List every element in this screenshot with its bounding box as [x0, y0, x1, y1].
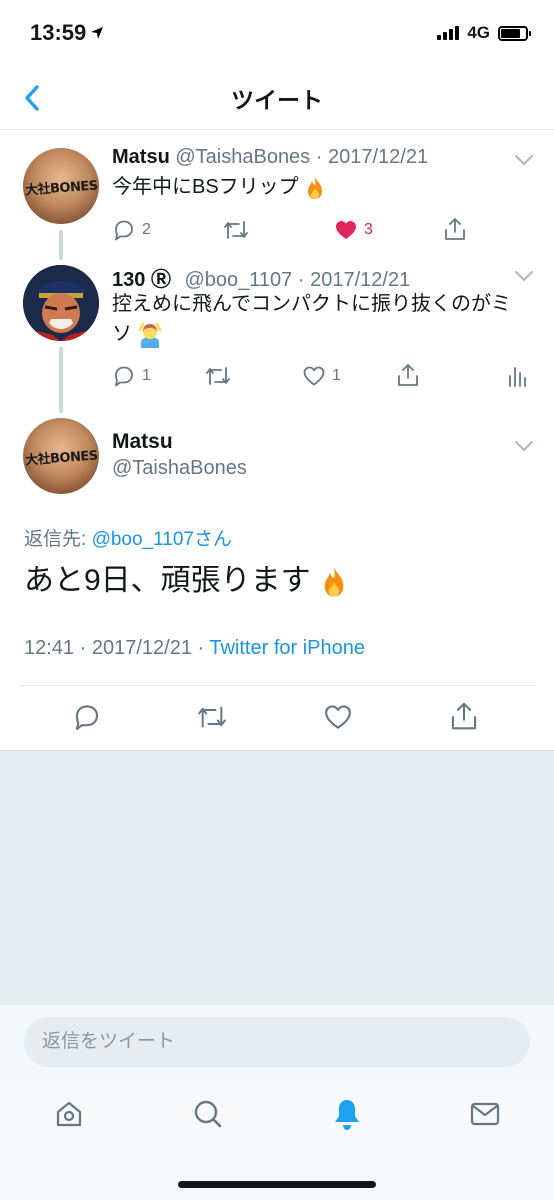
- mail-icon: [470, 1102, 500, 1126]
- analytics-icon[interactable]: [507, 364, 527, 388]
- status-indicators: 4G: [437, 23, 531, 43]
- tab-messages[interactable]: [465, 1094, 505, 1134]
- author-name[interactable]: Matsu: [112, 146, 170, 168]
- like-count: 1: [332, 367, 341, 384]
- heart-icon: [303, 366, 325, 386]
- tweet-text: あと9日、頑張ります: [24, 560, 349, 602]
- chevron-down-icon[interactable]: [514, 154, 534, 166]
- reply-count: 1: [142, 367, 151, 384]
- home-indicator: [178, 1181, 376, 1188]
- tweet-text: 今年中にBSフリップ: [112, 172, 326, 202]
- home-icon: [56, 1101, 82, 1127]
- retweet-icon: [206, 367, 230, 385]
- tweet-text-line: 控えめに飛んでコンパクトに振り抜くのがミ: [112, 293, 511, 315]
- status-bar: 13:59 4G: [0, 0, 554, 66]
- divider: [20, 685, 536, 686]
- tweet-text: 控えめに飛んでコンパクトに振り抜くのがミ ソ: [112, 289, 542, 349]
- tweet-header: 130 Ⓡ @boo_1107 · 2017/12/21: [112, 263, 410, 292]
- avatar-illustration: [23, 265, 99, 341]
- author-handle[interactable]: @boo_1107: [185, 269, 293, 291]
- tab-search[interactable]: [188, 1094, 228, 1134]
- author-name[interactable]: 130: [112, 269, 145, 291]
- reply-icon[interactable]: [72, 702, 102, 732]
- author-name[interactable]: Matsu: [112, 430, 173, 454]
- tweet-time: 12:41: [24, 637, 75, 659]
- compose-bar: [0, 1004, 554, 1080]
- tweet-text-content: あと9日、頑張ります: [24, 564, 311, 597]
- retweet-button[interactable]: [204, 364, 238, 388]
- reply-to-handle[interactable]: @boo_1107さん: [92, 529, 232, 550]
- thread-line: [59, 230, 63, 260]
- reply-to-label: 返信先:: [24, 529, 92, 550]
- tweet-date: 2017/12/21: [327, 146, 429, 168]
- heart-filled-icon: [336, 221, 356, 239]
- like-button[interactable]: 1: [302, 364, 341, 388]
- tweet-date: 2017/12/21: [91, 637, 192, 659]
- meta-separator: ·: [310, 146, 328, 168]
- share-icon[interactable]: [449, 700, 479, 732]
- retweet-icon[interactable]: [195, 703, 229, 731]
- empty-timeline-area: [0, 750, 554, 1004]
- tab-notifications[interactable]: [327, 1094, 367, 1134]
- fire-emoji-icon: [308, 176, 323, 199]
- avatar-logo: 大社BONES: [24, 447, 98, 469]
- reply-input[interactable]: [24, 1017, 530, 1067]
- like-count: 3: [364, 221, 373, 238]
- woman-gesturing-emoji-icon: [138, 322, 162, 348]
- meta-separator: ·: [292, 269, 311, 291]
- chevron-down-icon[interactable]: [514, 270, 534, 282]
- avatar[interactable]: 大社BONES: [23, 418, 99, 494]
- like-button[interactable]: 3: [334, 218, 373, 242]
- thread-line: [59, 347, 63, 413]
- tweet-meta: 12:41 · 2017/12/21 · Twitter for iPhone: [24, 637, 365, 660]
- clock: 13:59: [30, 20, 87, 45]
- meta-separator: ·: [191, 637, 210, 659]
- tweet-text-content: 今年中にBSフリップ: [112, 176, 299, 198]
- tweet-header: Matsu @TaishaBones · 2017/12/21: [112, 146, 428, 169]
- reply-button[interactable]: 2: [112, 218, 151, 242]
- bell-icon: [335, 1100, 359, 1130]
- heart-icon[interactable]: [323, 702, 353, 732]
- tweet-text-content: ソ: [112, 323, 132, 345]
- share-icon[interactable]: [396, 362, 420, 388]
- share-icon[interactable]: [443, 216, 467, 242]
- page-title: ツイート: [231, 86, 323, 113]
- status-time: 13:59: [30, 20, 104, 46]
- author-handle[interactable]: @TaishaBones: [175, 146, 310, 168]
- reply-icon: [115, 366, 133, 387]
- registered-badge: Ⓡ: [150, 269, 171, 291]
- reply-to-line: 返信先: @boo_1107さん: [24, 524, 232, 551]
- search-icon: [194, 1100, 222, 1128]
- chevron-down-icon[interactable]: [514, 440, 534, 452]
- author-handle[interactable]: @TaishaBones: [112, 457, 247, 480]
- tab-home[interactable]: [49, 1094, 89, 1134]
- avatar-logo: 大社BONES: [24, 177, 98, 199]
- reply-count: 2: [142, 221, 151, 238]
- reply-icon: [115, 220, 133, 241]
- location-arrow-icon: [91, 27, 104, 39]
- signal-icon: [437, 26, 460, 40]
- retweet-icon: [224, 221, 248, 239]
- avatar[interactable]: 大社BONES: [23, 148, 99, 224]
- reply-button[interactable]: 1: [112, 364, 151, 388]
- client-link[interactable]: Twitter for iPhone: [209, 637, 365, 659]
- tweet-date: 2017/12/21: [310, 269, 411, 291]
- avatar[interactable]: [23, 265, 99, 341]
- battery-icon: [498, 25, 531, 41]
- tweet-text-line-2: ソ: [112, 319, 542, 349]
- network-label: 4G: [467, 23, 490, 42]
- fire-emoji-icon: [324, 567, 344, 597]
- retweet-button[interactable]: [222, 218, 256, 242]
- meta-separator: ·: [74, 637, 92, 659]
- back-chevron-icon[interactable]: [18, 82, 48, 114]
- nav-bar: ツイート: [0, 66, 554, 130]
